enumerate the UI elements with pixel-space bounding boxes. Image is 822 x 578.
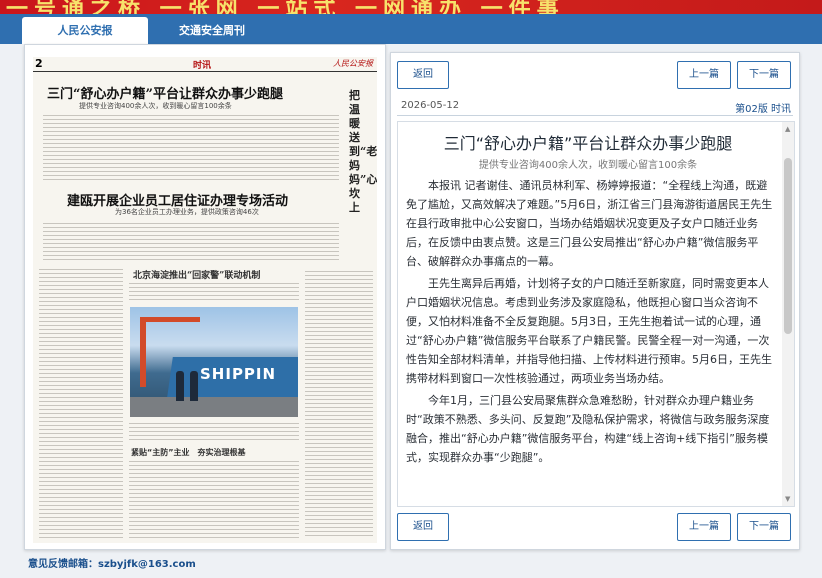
next-article-button-bottom[interactable]: 下一篇 (737, 513, 791, 541)
article-content[interactable]: 三门“舒心办户籍”平台让群众办事少跑腿 提供专业咨询400余人次，收到暖心留言1… (397, 121, 795, 507)
dock-shape (130, 397, 298, 417)
headline-haidian[interactable]: 北京海淀推出“回家警”联动机制 (133, 268, 260, 281)
divider (397, 115, 793, 116)
newspaper-tabs: 人民公安报 交通安全周刊 (0, 14, 822, 44)
page-header: 2 时讯 人民公安报 (33, 57, 377, 72)
article-paragraph: 王先生离异后再婚，计划将子女的户口随迁至新家庭，同时需变更本人户口婚姻状况信息。… (406, 277, 772, 385)
article-text-block[interactable] (129, 423, 299, 443)
page-number: 2 (35, 57, 43, 70)
back-button-bottom[interactable]: 返回 (397, 513, 449, 541)
news-photo[interactable]: SHIPPIN (130, 307, 298, 417)
scrollbar-thumb[interactable] (784, 158, 792, 334)
officer-figure (190, 371, 198, 401)
newspaper-logo: 人民公安报 (333, 59, 373, 68)
back-button-top[interactable]: 返回 (397, 61, 449, 89)
article-text-block[interactable] (39, 269, 123, 539)
prev-article-button-top[interactable]: 上一篇 (677, 61, 731, 89)
article-edition[interactable]: 第02版 时讯 (735, 100, 791, 115)
crane-arm-shape (140, 317, 200, 322)
newspaper-page-image[interactable]: 2 时讯 人民公安报 三门“舒心办户籍”平台让群众办事少跑腿 提供专业咨询400… (33, 57, 377, 543)
article-scrollbar[interactable]: ▲ ▼ (782, 122, 794, 506)
article-body: 本报讯 记者谢佳、通讯员林利军、杨婷婷报道：“全程线上沟通，既避免了尴尬，又高效… (406, 176, 774, 470)
page-section: 时讯 (193, 61, 212, 71)
ship-name-text: SHIPPIN (200, 365, 277, 383)
article-text-block[interactable] (129, 461, 299, 539)
tab-renmin-gongan-bao[interactable]: 人民公安报 (22, 17, 148, 44)
article-text-block[interactable] (305, 271, 373, 539)
vertical-headline[interactable]: 把温暖送到“老妈妈”心坎上 (349, 89, 377, 215)
tab-traffic-safety-weekly[interactable]: 交通安全周刊 (160, 17, 264, 44)
article-text-block[interactable] (129, 283, 299, 303)
headline-sanmen[interactable]: 三门“舒心办户籍”平台让群众办事少跑腿 (47, 83, 283, 102)
headline-sanmen-sub: 提供专业咨询400余人次，收到暖心留言100余条 (79, 102, 232, 110)
article-paragraph: 今年1月，三门县公安局聚焦群众急难愁盼，针对群众办理户籍业务时“政策不熟悉、多头… (406, 394, 770, 464)
article-date: 2026-05-12 (401, 100, 460, 111)
article-title: 三门“舒心办户籍”平台让群众办事少跑腿 (443, 134, 733, 153)
article-text-block[interactable] (43, 223, 339, 261)
article-subtitle: 提供专业咨询400余人次，收到暖心留言100余条 (478, 160, 698, 171)
article-paragraph: 本报讯 记者谢佳、通讯员林利军、杨婷婷报道：“全程线上沟通，既避免了尴尬，又高效… (406, 179, 773, 268)
banner-text: 一号通之桥 一张网 一站式 一网通办 一件事 (6, 0, 565, 14)
officer-figure (176, 371, 184, 401)
scroll-down-icon[interactable]: ▼ (785, 495, 790, 503)
headline-zhufang[interactable]: 紧贴“主防”主业 夯实治理根基 (131, 447, 246, 458)
article-text-block[interactable] (43, 115, 339, 183)
feedback-email[interactable]: 意见反馈邮箱：szbyjfk@163.com (28, 555, 196, 570)
headline-jianou-sub: 为36名企业员工办理业务，提供政策咨询46次 (115, 208, 259, 216)
newspaper-page-panel: 2 时讯 人民公安报 三门“舒心办户籍”平台让群众办事少跑腿 提供专业咨询400… (24, 44, 386, 550)
feedback-email-link[interactable]: szbyjfk@163.com (98, 559, 196, 570)
prev-article-button-bottom[interactable]: 上一篇 (677, 513, 731, 541)
article-panel: 返回 上一篇 下一篇 2026-05-12 第02版 时讯 三门“舒心办户籍”平… (390, 52, 800, 550)
scroll-up-icon[interactable]: ▲ (785, 125, 790, 133)
crane-shape (140, 317, 146, 387)
feedback-label: 意见反馈邮箱： (28, 559, 98, 570)
top-banner: 一号通之桥 一张网 一站式 一网通办 一件事 (0, 0, 822, 14)
next-article-button-top[interactable]: 下一篇 (737, 61, 791, 89)
